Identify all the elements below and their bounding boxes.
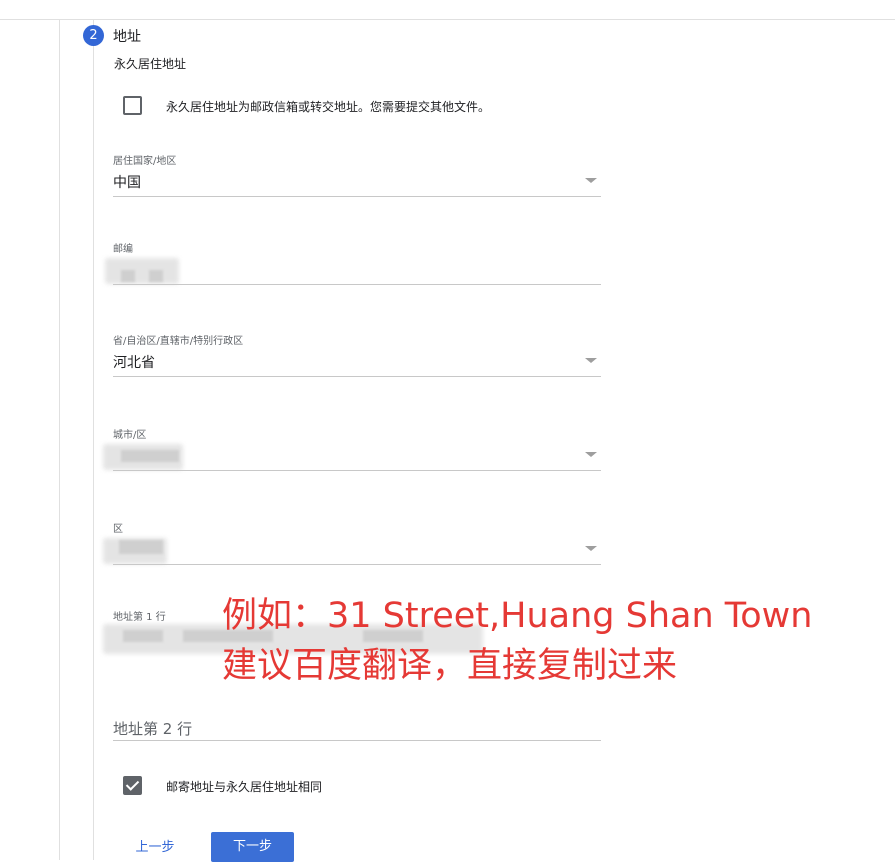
country-select[interactable]: 居住国家/地区 中国 (113, 152, 601, 198)
redaction-patch (121, 450, 179, 462)
city-label: 城市/区 (113, 430, 147, 441)
top-divider (0, 19, 895, 20)
address-line1-label: 地址第 1 行 (113, 612, 166, 623)
district-label: 区 (113, 524, 123, 535)
address-line2-underline (113, 740, 601, 741)
redaction-patch (119, 540, 163, 554)
chevron-down-icon (585, 358, 597, 363)
country-underline (113, 196, 601, 197)
redaction-patch (149, 270, 163, 282)
postal-code-label: 邮编 (113, 244, 133, 255)
po-box-checkbox-label: 永久居住地址为邮政信箱或转交地址。您需要提交其他文件。 (166, 100, 491, 114)
next-step-button[interactable]: 下一步 (211, 832, 294, 862)
postal-code-field[interactable]: 邮编 (105, 240, 601, 286)
redacted-postal-code (105, 258, 179, 284)
chevron-down-icon (585, 452, 597, 457)
district-select[interactable]: 区 (103, 520, 601, 566)
mailing-same-checkbox[interactable] (123, 776, 142, 795)
redaction-patch (121, 270, 135, 282)
annotation-hint-text: 建议百度翻译，直接复制过来 (222, 646, 678, 686)
mailing-same-checkbox-label: 邮寄地址与永久居住地址相同 (166, 780, 323, 794)
postal-code-underline (113, 284, 601, 285)
province-label: 省/自治区/直辖市/特别行政区 (113, 336, 244, 347)
step-title: 地址 (113, 29, 141, 45)
province-select[interactable]: 省/自治区/直辖市/特别行政区 河北省 (113, 332, 601, 378)
annotation-example-text: 例如：31 Street,Huang Shan Town (222, 596, 813, 636)
redaction-patch (123, 630, 163, 642)
address-line2-field[interactable]: 地址第 2 行 (113, 716, 601, 742)
chevron-down-icon (585, 178, 597, 183)
section-title-permanent-address: 永久居住地址 (114, 57, 187, 71)
province-value: 河北省 (113, 355, 155, 371)
chevron-down-icon (585, 546, 597, 551)
district-underline (113, 564, 601, 565)
step-connector-line (93, 20, 94, 860)
city-underline (113, 470, 601, 471)
country-value: 中国 (113, 175, 141, 191)
checkmark-icon (125, 777, 140, 791)
city-select[interactable]: 城市/区 (103, 426, 601, 472)
step-number-badge: 2 (83, 25, 104, 46)
left-rail-line (59, 20, 60, 860)
country-label: 居住国家/地区 (113, 156, 177, 167)
po-box-checkbox[interactable] (123, 96, 142, 115)
prev-step-button[interactable]: 上一步 (129, 836, 181, 860)
province-underline (113, 376, 601, 377)
address-line2-placeholder: 地址第 2 行 (113, 720, 193, 738)
